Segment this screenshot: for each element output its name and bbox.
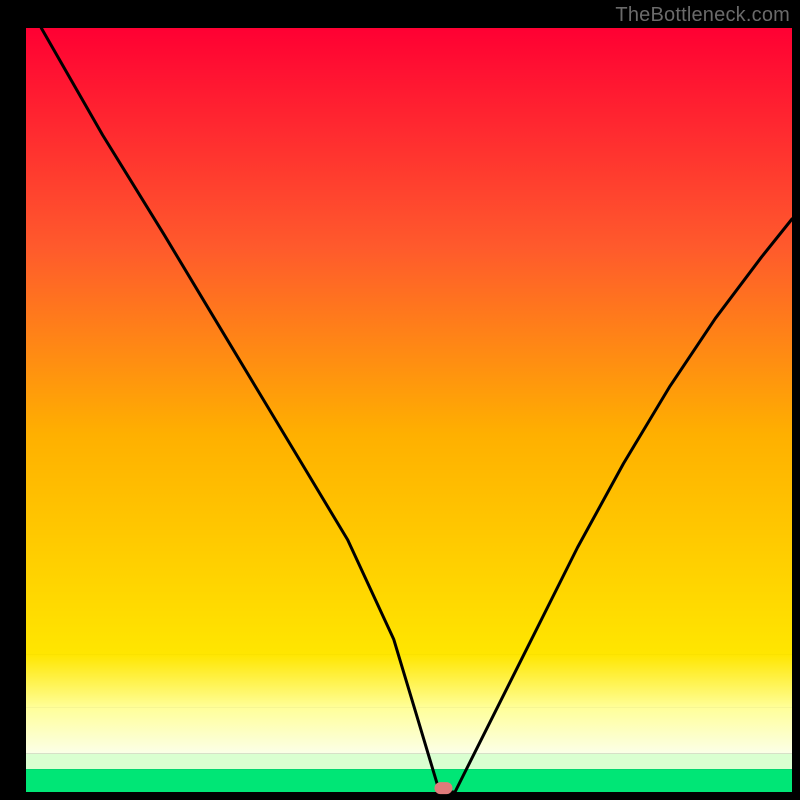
background-band — [26, 769, 792, 792]
plot-area — [26, 28, 792, 794]
bottleneck-chart — [0, 0, 800, 800]
background-band — [26, 654, 792, 707]
background-band — [26, 28, 792, 654]
chart-frame: TheBottleneck.com — [0, 0, 800, 800]
background-band — [26, 708, 792, 754]
background-band — [26, 754, 792, 769]
minimum-marker — [434, 782, 452, 794]
watermark-text: TheBottleneck.com — [615, 4, 790, 27]
